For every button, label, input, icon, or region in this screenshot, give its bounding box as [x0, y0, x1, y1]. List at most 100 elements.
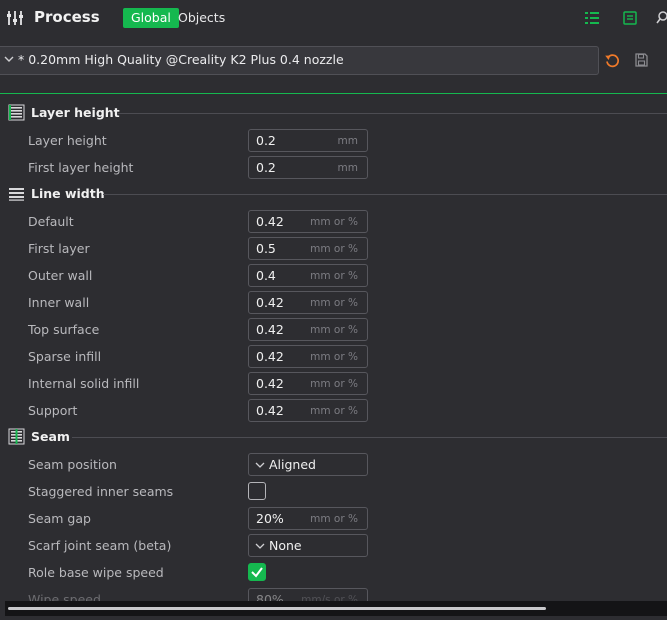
setting-row-sparse-infill-line-width: Sparse infill 0.42 mm or %	[0, 345, 600, 368]
setting-label: Role base wipe speed	[28, 565, 164, 580]
field-value: 0.4	[256, 268, 276, 283]
dropdown-value: None	[269, 538, 302, 553]
setting-row-first-layer-line-width: First layer 0.5 mm or %	[0, 237, 600, 260]
scarf-joint-seam-dropdown[interactable]: None	[248, 534, 368, 557]
layer-height-icon	[8, 104, 25, 121]
field-value: 0.2	[256, 160, 276, 175]
seam-position-dropdown[interactable]: Aligned	[248, 453, 368, 476]
layer-height-input[interactable]: 0.2 mm	[248, 129, 368, 152]
outer-wall-line-width-input[interactable]: 0.4 mm or %	[248, 264, 368, 287]
process-sliders-icon	[7, 11, 23, 25]
setting-row-inner-wall-line-width: Inner wall 0.42 mm or %	[0, 291, 600, 314]
field-value: 20%	[256, 511, 284, 526]
preset-divider	[0, 93, 667, 94]
tab-global[interactable]: Global	[123, 8, 179, 28]
seam-icon	[8, 428, 25, 445]
setting-label: Top surface	[28, 322, 100, 337]
field-unit: mm or %	[310, 378, 358, 390]
chevron-down-icon	[4, 56, 14, 62]
field-unit: mm or %	[310, 270, 358, 282]
field-unit: mm or %	[310, 297, 358, 309]
setting-row-scarf-joint-seam: Scarf joint seam (beta) None	[0, 534, 600, 557]
setting-label: First layer	[28, 241, 90, 256]
staggered-inner-seams-checkbox[interactable]	[248, 482, 266, 500]
reset-undo-icon[interactable]	[604, 52, 621, 69]
field-value: 0.42	[256, 376, 284, 391]
field-unit: mm or %	[310, 405, 358, 417]
field-value: 0.42	[256, 295, 284, 310]
seam-gap-input[interactable]: 20% mm or %	[248, 507, 368, 530]
field-unit: mm or %	[310, 513, 358, 525]
panel-title: Process	[34, 8, 100, 26]
field-value: 0.42	[256, 403, 284, 418]
setting-row-layer-height: Layer height 0.2 mm	[0, 129, 600, 152]
horizontal-scrollbar[interactable]	[5, 601, 667, 616]
setting-row-default-line-width: Default 0.42 mm or %	[0, 210, 600, 233]
setting-label: Seam position	[28, 457, 117, 472]
default-line-width-input[interactable]: 0.42 mm or %	[248, 210, 368, 233]
section-divider	[103, 194, 667, 195]
compare-presets-icon[interactable]	[622, 10, 638, 26]
scrollbar-thumb[interactable]	[8, 607, 546, 610]
setting-row-first-layer-height: First layer height 0.2 mm	[0, 156, 600, 179]
checkmark-icon	[251, 567, 263, 578]
setting-row-seam-position: Seam position Aligned	[0, 453, 600, 476]
top-surface-line-width-input[interactable]: 0.42 mm or %	[248, 318, 368, 341]
field-value: 0.5	[256, 241, 276, 256]
process-panel-header: Process Global Objects	[0, 0, 667, 36]
setting-label: Seam gap	[28, 511, 91, 526]
field-unit: mm	[337, 135, 358, 147]
setting-row-role-base-wipe-speed: Role base wipe speed	[0, 561, 600, 584]
inner-wall-line-width-input[interactable]: 0.42 mm or %	[248, 291, 368, 314]
setting-row-seam-gap: Seam gap 20% mm or %	[0, 507, 600, 530]
field-unit: mm	[337, 162, 358, 174]
section-layer-height: Layer height	[0, 103, 667, 123]
process-preset-dropdown[interactable]: * 0.20mm High Quality @Creality K2 Plus …	[0, 46, 599, 75]
line-width-icon	[9, 188, 24, 201]
setting-label: Inner wall	[28, 295, 90, 310]
section-line-width: Line width	[0, 184, 667, 204]
section-title: Seam	[31, 429, 70, 444]
preset-name: * 0.20mm High Quality @Creality K2 Plus …	[18, 52, 344, 67]
section-title: Layer height	[31, 105, 120, 120]
field-unit: mm or %	[310, 243, 358, 255]
chevron-down-icon	[255, 462, 265, 468]
setting-row-internal-solid-infill-line-width: Internal solid infill 0.42 mm or %	[0, 372, 600, 395]
setting-label: Scarf joint seam (beta)	[28, 538, 172, 553]
field-unit: mm or %	[310, 351, 358, 363]
support-line-width-input[interactable]: 0.42 mm or %	[248, 399, 368, 422]
setting-label: Staggered inner seams	[28, 484, 174, 499]
internal-solid-infill-line-width-input[interactable]: 0.42 mm or %	[248, 372, 368, 395]
field-value: 0.42	[256, 214, 284, 229]
advanced-settings-icon[interactable]	[584, 10, 600, 26]
setting-label: Default	[28, 214, 74, 229]
setting-row-support-line-width: Support 0.42 mm or %	[0, 399, 600, 422]
chevron-down-icon	[255, 543, 265, 549]
role-base-wipe-speed-checkbox[interactable]	[248, 563, 266, 581]
setting-label: Sparse infill	[28, 349, 102, 364]
setting-label: First layer height	[28, 160, 134, 175]
field-value: 0.2	[256, 133, 276, 148]
first-layer-line-width-input[interactable]: 0.5 mm or %	[248, 237, 368, 260]
field-unit: mm or %	[310, 216, 358, 228]
dropdown-value: Aligned	[269, 457, 316, 472]
panel-search-icon[interactable]	[656, 10, 667, 26]
setting-row-staggered-inner-seams: Staggered inner seams	[0, 480, 600, 503]
section-title: Line width	[31, 186, 105, 201]
first-layer-height-input[interactable]: 0.2 mm	[248, 156, 368, 179]
setting-row-outer-wall-line-width: Outer wall 0.4 mm or %	[0, 264, 600, 287]
setting-label: Layer height	[28, 133, 107, 148]
sparse-infill-line-width-input[interactable]: 0.42 mm or %	[248, 345, 368, 368]
setting-label: Internal solid infill	[28, 376, 140, 391]
setting-label: Outer wall	[28, 268, 93, 283]
save-preset-icon[interactable]	[634, 52, 649, 68]
section-divider	[118, 113, 667, 114]
setting-label: Support	[28, 403, 78, 418]
field-unit: mm or %	[310, 324, 358, 336]
field-value: 0.42	[256, 322, 284, 337]
setting-row-top-surface-line-width: Top surface 0.42 mm or %	[0, 318, 600, 341]
tab-objects[interactable]: Objects	[178, 8, 225, 28]
section-divider	[72, 437, 667, 438]
field-value: 0.42	[256, 349, 284, 364]
section-seam: Seam	[0, 427, 667, 447]
